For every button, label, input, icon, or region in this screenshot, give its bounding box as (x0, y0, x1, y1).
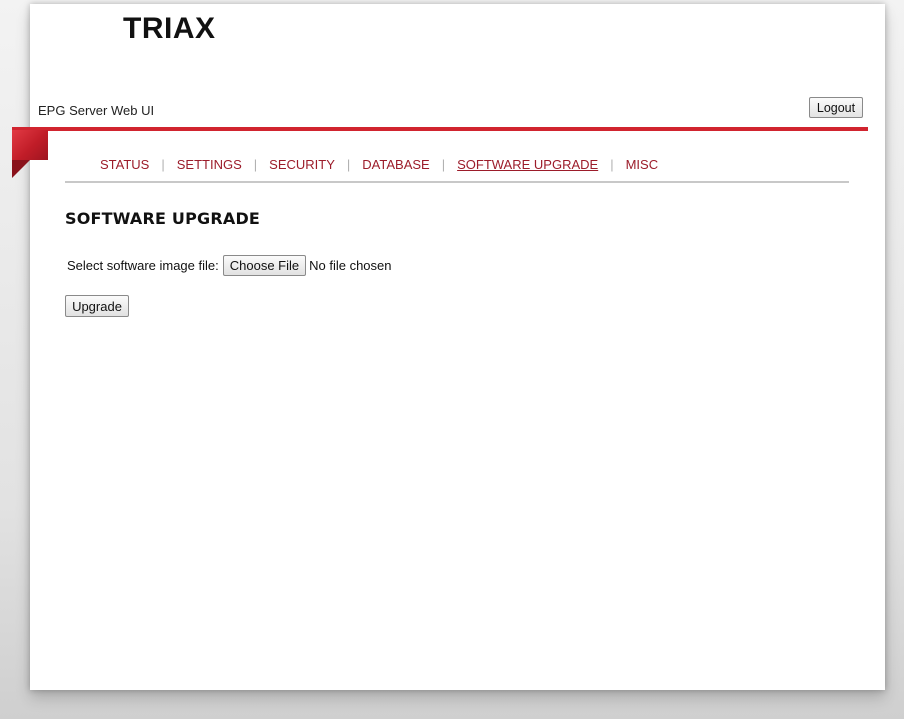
choose-file-button[interactable]: Choose File (222, 255, 307, 276)
file-status-text: No file chosen (309, 258, 392, 273)
app-title: EPG Server Web UI (38, 103, 155, 118)
nav-separator: | (441, 157, 446, 172)
page: TRIAX EPG Server Web UI Logout STATUS | … (12, 4, 885, 690)
nav-separator: | (161, 157, 165, 172)
main-nav: STATUS | SETTINGS | SECURITY | DATABASE … (65, 155, 849, 183)
nav-item-software-upgrade[interactable]: SOFTWARE UPGRADE (457, 157, 598, 172)
nav-separator: | (253, 157, 258, 172)
nav-item-misc[interactable]: MISC (626, 157, 659, 172)
header-accent-bar (12, 127, 868, 131)
nav-item-security[interactable]: SECURITY (269, 157, 335, 172)
file-input-row: Select software image file: Choose File … (67, 255, 392, 276)
upgrade-button[interactable]: Upgrade (65, 295, 129, 317)
ribbon-tab (12, 130, 48, 160)
ribbon-fold (12, 160, 30, 178)
nav-separator: | (346, 157, 351, 172)
nav-separator: | (610, 157, 614, 172)
file-input-label: Select software image file: (67, 258, 219, 273)
nav-item-status[interactable]: STATUS (100, 157, 149, 172)
nav-item-database[interactable]: DATABASE (362, 157, 429, 172)
logout-button[interactable]: Logout (809, 97, 863, 118)
page-title: SOFTWARE UPGRADE (65, 209, 261, 228)
triax-logo: TRIAX (123, 12, 216, 45)
nav-items: STATUS | SETTINGS | SECURITY | DATABASE … (100, 157, 658, 172)
nav-item-settings[interactable]: SETTINGS (177, 157, 242, 172)
